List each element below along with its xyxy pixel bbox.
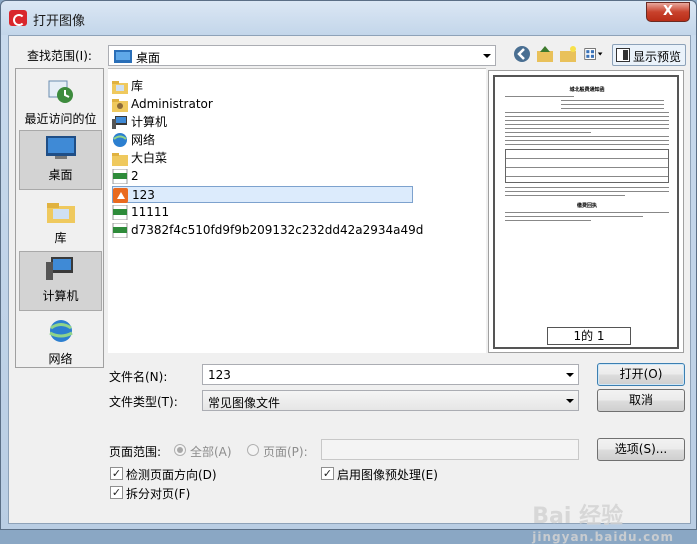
desktop-icon xyxy=(114,50,132,63)
list-item[interactable]: d7382f4c510fd9f9b209132c232dd42a2934a49d xyxy=(112,222,424,239)
computer-icon xyxy=(112,116,127,129)
file-name: Administrator xyxy=(131,97,213,111)
network-icon xyxy=(113,133,127,147)
app-logo-icon xyxy=(9,10,27,26)
list-item[interactable]: 计算机 xyxy=(112,114,413,131)
open-button[interactable]: 打开(O) xyxy=(597,363,685,386)
page-indicator: 1的 1 xyxy=(547,327,631,345)
chevron-down-icon xyxy=(483,54,491,58)
watermark-text: Bai 经验 xyxy=(532,504,624,529)
desktop-icon xyxy=(45,136,76,159)
list-item[interactable]: 库 xyxy=(112,78,413,95)
file-name: 123 xyxy=(132,188,155,202)
watermark-sub: jingyan.baidu.com xyxy=(532,530,674,544)
preview-pane: 城北般费通知函 缴费回执 1的 1 xyxy=(488,70,684,353)
place-label: 库 xyxy=(54,231,67,245)
places-bar: 最近访问的位置 桌面 库 计算机 网络 xyxy=(15,68,104,368)
file-name: 大白菜 xyxy=(131,151,168,165)
enable-preprocess-checkbox[interactable]: ✓ xyxy=(321,467,334,480)
computer-icon xyxy=(45,257,73,280)
place-label: 网络 xyxy=(48,352,73,366)
network-icon xyxy=(48,320,73,342)
chevron-down-icon xyxy=(566,399,574,403)
preview-toggle-label: 显示预览 xyxy=(633,50,682,64)
jpeg-file-icon xyxy=(112,223,128,238)
place-library[interactable]: 库 xyxy=(19,194,102,246)
list-item-selected[interactable]: 123 xyxy=(112,186,413,203)
preview-frame: 城北般费通知函 缴费回执 1的 1 xyxy=(493,75,679,349)
doc-title: 城北般费通知函 xyxy=(569,87,605,93)
title-bar[interactable]: 打开图像 X xyxy=(1,1,696,35)
cancel-button[interactable]: 取消 xyxy=(597,389,685,412)
pages-input[interactable] xyxy=(321,439,579,460)
list-item[interactable]: 大白菜 xyxy=(112,150,413,167)
split-pages-label: 拆分对页(F) xyxy=(126,487,191,501)
file-name: d7382f4c510fd9f9b209132c232dd42a2934a49d xyxy=(131,223,424,237)
watermark: Bai 经验 jingyan.baidu.com xyxy=(532,498,674,544)
detect-orientation-label: 检测页面方向(D) xyxy=(126,468,217,482)
doc-heading: 缴费回执 xyxy=(576,203,597,209)
split-pages-checkbox[interactable]: ✓ xyxy=(110,486,123,499)
folder-icon xyxy=(112,153,128,166)
new-folder-icon[interactable] xyxy=(558,44,578,64)
filetype-value: 常见图像文件 xyxy=(208,396,281,410)
file-name: 库 xyxy=(131,79,144,93)
close-button[interactable]: X xyxy=(646,2,690,22)
view-menu-icon[interactable] xyxy=(584,44,604,64)
chevron-down-icon[interactable] xyxy=(566,373,574,377)
file-name: 计算机 xyxy=(131,115,168,129)
place-recent[interactable]: 最近访问的位置 xyxy=(19,75,102,143)
list-item[interactable]: 网络 xyxy=(112,132,413,149)
options-button[interactable]: 选项(S)... xyxy=(597,438,685,461)
filename-label: 文件名(N): xyxy=(109,370,168,384)
library-icon xyxy=(46,203,75,223)
library-folder-icon xyxy=(112,81,128,94)
enable-preprocess-label: 启用图像预处理(E) xyxy=(337,468,438,482)
filetype-label: 文件类型(T): xyxy=(109,395,178,409)
preview-pane-icon xyxy=(616,48,630,62)
dialog-body: 查找范围(I): 桌面 显示预览 最近访问的位置 桌面 库 xyxy=(8,35,691,544)
doc-table xyxy=(505,149,669,183)
detect-orientation-checkbox[interactable]: ✓ xyxy=(110,467,123,480)
filename-input[interactable]: 123 xyxy=(202,364,579,385)
pages-label: 页面(P): xyxy=(263,445,308,459)
place-computer[interactable]: 计算机 xyxy=(19,251,102,311)
all-pages-label: 全部(A) xyxy=(190,445,232,459)
all-pages-radio[interactable] xyxy=(174,444,186,456)
file-name: 2 xyxy=(131,169,139,183)
list-item[interactable]: 11111 xyxy=(112,204,413,221)
recent-places-icon xyxy=(48,80,73,103)
open-image-dialog: 打开图像 X 查找范围(I): 桌面 显示预览 最近访问的位置 桌面 xyxy=(0,0,697,544)
pages-radio[interactable] xyxy=(247,444,259,456)
lookin-combo[interactable]: 桌面 xyxy=(108,45,496,66)
back-icon[interactable] xyxy=(512,44,532,64)
list-item[interactable]: Administrator xyxy=(112,96,413,113)
file-list[interactable]: 库 Administrator 计算机 网络 大白菜 2 123 11111 d… xyxy=(108,68,486,353)
page-range-label: 页面范围: xyxy=(109,445,162,459)
place-network[interactable]: 网络 xyxy=(19,315,102,367)
preview-toggle-button[interactable]: 显示预览 xyxy=(612,44,686,66)
place-label: 桌面 xyxy=(48,168,73,182)
place-desktop[interactable]: 桌面 xyxy=(19,130,102,190)
window-title: 打开图像 xyxy=(33,14,86,29)
up-folder-icon[interactable] xyxy=(535,44,555,64)
list-item[interactable]: 2 xyxy=(112,168,413,185)
jpeg-file-icon xyxy=(112,169,128,184)
jpeg-file-icon xyxy=(112,205,128,220)
lookin-value: 桌面 xyxy=(136,51,161,65)
file-name: 11111 xyxy=(131,205,170,219)
lookin-label: 查找范围(I): xyxy=(27,49,92,63)
filename-value: 123 xyxy=(208,368,231,382)
file-name: 网络 xyxy=(131,133,156,147)
filetype-select[interactable]: 常见图像文件 xyxy=(202,390,579,411)
document-thumbnail: 城北般费通知函 缴费回执 xyxy=(501,83,673,323)
place-label: 计算机 xyxy=(42,289,79,303)
user-folder-icon xyxy=(112,99,128,112)
image-file-icon xyxy=(113,188,128,203)
